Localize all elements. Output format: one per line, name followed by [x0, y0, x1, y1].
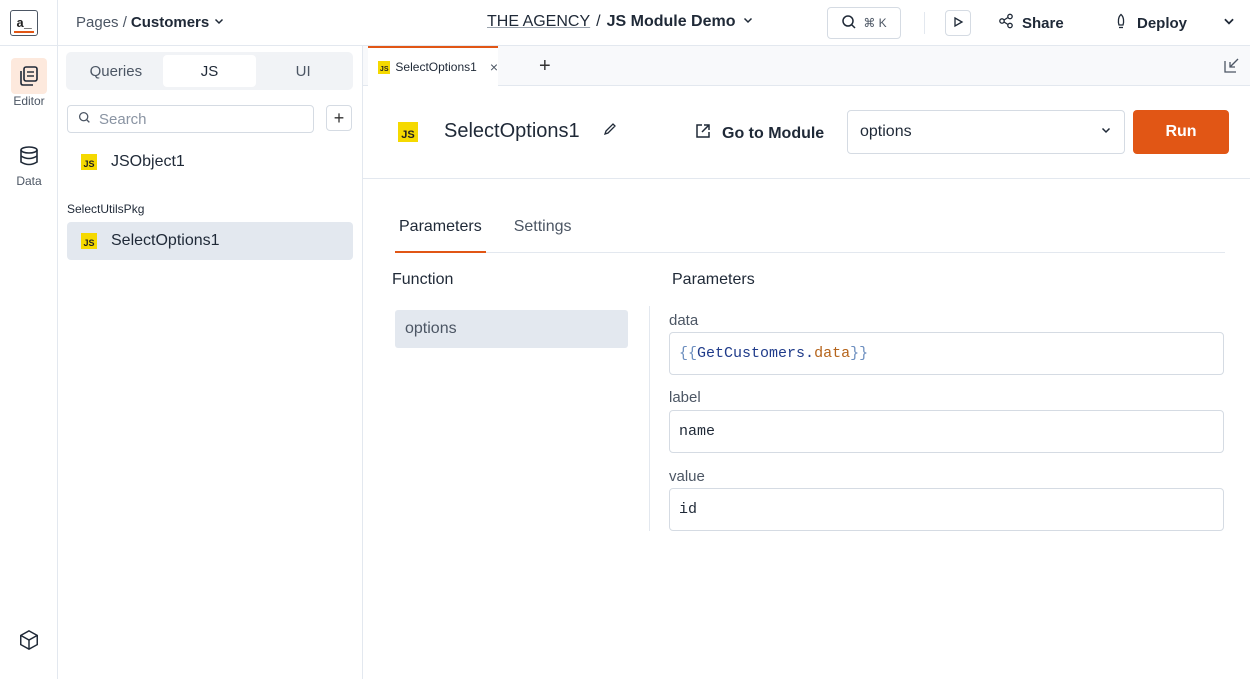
external-link-icon	[694, 122, 712, 145]
param-input-data[interactable]: {{GetCustomers. data}}	[669, 332, 1224, 375]
list-item-selectoptions1[interactable]: JS SelectOptions1	[67, 222, 353, 260]
rail-item-data[interactable]: Data	[0, 138, 58, 188]
tab-queries[interactable]: Queries	[69, 55, 163, 87]
rail-label-data: Data	[16, 174, 42, 188]
search-icon	[841, 14, 857, 33]
page-breadcrumb[interactable]: Pages / Customers	[76, 14, 225, 31]
tab-js[interactable]: JS	[162, 55, 257, 87]
run-button[interactable]: Run	[1133, 110, 1229, 154]
workspace-name[interactable]: THE AGENCY	[487, 13, 590, 31]
function-select[interactable]: options	[847, 110, 1125, 154]
close-icon[interactable]: ×	[490, 59, 498, 75]
chevron-down-icon[interactable]	[1222, 14, 1236, 31]
editor-tab-bar: JS SelectOptions1 × +	[363, 46, 1250, 86]
binding-dot: .	[805, 345, 815, 362]
editor-tab-label: SelectOptions1	[395, 60, 477, 74]
binding-open: {{	[679, 345, 698, 362]
divider	[649, 306, 650, 531]
title-separator: /	[596, 13, 601, 30]
binding-object: GetCustomers	[697, 345, 806, 362]
param-label-value: value	[669, 468, 705, 485]
list-item-jsobject1[interactable]: JS JSObject1	[67, 143, 353, 181]
rail-label-editor: Editor	[13, 94, 45, 108]
shortcut-hint: ⌘ K	[863, 16, 887, 30]
new-tab-button[interactable]: +	[539, 55, 551, 78]
page-name[interactable]: Customers	[131, 14, 209, 31]
chevron-down-icon	[1100, 123, 1112, 141]
param-label-label: label	[669, 389, 701, 406]
go-to-module-label: Go to Module	[722, 124, 825, 142]
logo-accent	[14, 31, 34, 33]
share-button[interactable]: Share	[998, 13, 1064, 33]
app-name[interactable]: JS Module Demo	[607, 13, 736, 31]
search-input[interactable]: Search	[67, 105, 314, 133]
js-icon: JS	[81, 233, 97, 249]
js-icon: JS	[378, 60, 391, 74]
share-icon	[998, 13, 1014, 33]
param-input-value[interactable]: id	[669, 488, 1224, 531]
editor-tabs: Parameters Settings	[395, 215, 1225, 253]
chevron-down-icon	[213, 14, 225, 31]
package-icon	[11, 622, 47, 658]
go-to-module-button[interactable]: Go to Module	[694, 122, 824, 145]
editor-icon	[11, 58, 47, 94]
explorer-panel: Queries JS UI Search + JS JSObject1 Sele…	[58, 46, 363, 679]
parameters-heading: Parameters	[672, 271, 755, 288]
tab-ui[interactable]: UI	[256, 55, 350, 87]
add-js-object-button[interactable]: +	[326, 105, 352, 131]
preview-button[interactable]	[945, 10, 971, 36]
object-name[interactable]: SelectOptions1	[444, 120, 580, 143]
share-label: Share	[1022, 14, 1064, 32]
rocket-icon	[1113, 13, 1129, 33]
param-label-data: data	[669, 312, 699, 329]
breadcrumb-prefix: Pages /	[76, 14, 127, 31]
pencil-icon[interactable]	[602, 120, 618, 143]
package-group-label: SelectUtilsPkg	[67, 202, 145, 216]
param-input-label[interactable]: name	[669, 410, 1224, 453]
divider	[57, 0, 58, 46]
rail-item-packages[interactable]	[0, 622, 58, 658]
entity-tabs: Queries JS UI	[66, 52, 353, 90]
editor-header: JS SelectOptions1 Go to Module options R…	[363, 86, 1250, 179]
divider	[924, 12, 925, 34]
app-title[interactable]: THE AGENCY / JS Module Demo	[487, 13, 754, 31]
left-rail: Editor Data	[0, 46, 58, 679]
binding-property: data	[814, 345, 851, 362]
list-item-label: JSObject1	[111, 153, 185, 170]
object-title: JS SelectOptions1	[398, 120, 618, 143]
search-command-button[interactable]: ⌘ K	[827, 7, 901, 39]
collapse-icon[interactable]	[1223, 56, 1241, 77]
search-icon	[78, 111, 91, 128]
deploy-button[interactable]: Deploy	[1113, 13, 1187, 33]
function-heading: Function	[392, 271, 454, 288]
tab-parameters[interactable]: Parameters	[395, 215, 486, 253]
rail-item-editor[interactable]: Editor	[0, 58, 58, 108]
database-icon	[11, 138, 47, 174]
deploy-label: Deploy	[1137, 14, 1188, 32]
js-icon: JS	[398, 121, 418, 142]
function-list-item[interactable]: options	[395, 310, 628, 348]
search-placeholder: Search	[99, 110, 147, 128]
binding-close: }}	[850, 345, 869, 362]
tab-settings[interactable]: Settings	[510, 215, 576, 253]
list-item-label: SelectOptions1	[111, 232, 220, 249]
js-icon: JS	[81, 154, 97, 170]
play-icon	[952, 15, 964, 31]
chevron-down-icon	[742, 13, 754, 31]
function-select-value: options	[860, 123, 912, 140]
editor-tab-selectoptions1[interactable]: JS SelectOptions1 ×	[368, 46, 498, 86]
